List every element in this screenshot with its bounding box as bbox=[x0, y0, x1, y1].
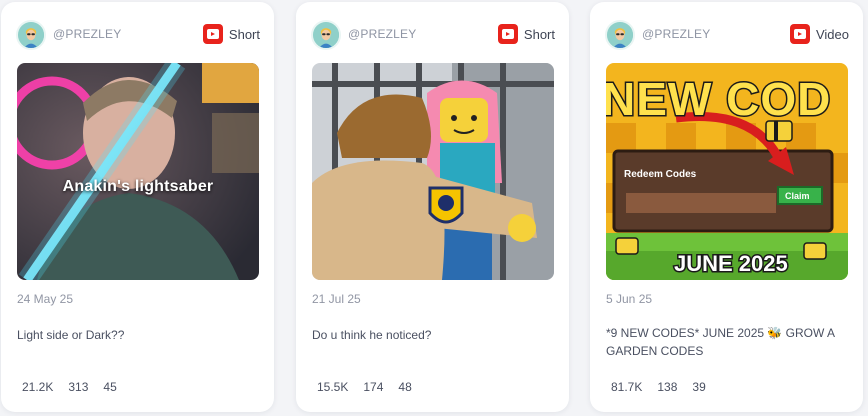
likes-count: 313 bbox=[68, 380, 89, 394]
views-count: 21.2K bbox=[22, 380, 54, 394]
video-title[interactable]: *9 NEW CODES* JUNE 2025 🐝 GROW A GARDEN … bbox=[606, 324, 846, 360]
video-title[interactable]: Do u think he noticed? bbox=[312, 326, 552, 344]
redeem-codes-label: Redeem Codes bbox=[624, 169, 697, 180]
card-header: @PREZLEY Short bbox=[1, 16, 274, 52]
video-type-label: Video bbox=[815, 26, 849, 42]
video-type-label: Short bbox=[228, 26, 260, 42]
video-card-3[interactable]: @PREZLEY Video Redeem Codes Claim NEW CO… bbox=[590, 2, 863, 412]
thumbnail-headline: NEW COD bbox=[606, 73, 831, 125]
likes-count: 138 bbox=[657, 380, 678, 394]
video-card-1[interactable]: @PREZLEY Short Anakin's lightsaber 24 Ma… bbox=[1, 2, 274, 412]
card-header: @PREZLEY Video bbox=[590, 16, 863, 52]
video-type-badge: Short bbox=[497, 23, 555, 45]
video-type-badge: Video bbox=[789, 23, 849, 45]
claim-label: Claim bbox=[785, 191, 810, 201]
views-count: 81.7K bbox=[611, 380, 643, 394]
views-count: 15.5K bbox=[317, 380, 349, 394]
video-thumbnail[interactable]: Anakin's lightsaber bbox=[17, 63, 259, 280]
channel-handle[interactable]: @PREZLEY bbox=[348, 27, 416, 41]
publish-date: 5 Jun 25 bbox=[606, 292, 653, 306]
card-header: @PREZLEY Short bbox=[296, 16, 569, 52]
channel-handle[interactable]: @PREZLEY bbox=[53, 27, 121, 41]
publish-date: 24 May 25 bbox=[17, 292, 74, 306]
thumbnail-date-text: JUNE 2025 bbox=[674, 251, 788, 276]
video-type-badge: Short bbox=[202, 23, 260, 45]
comments-count: 39 bbox=[692, 380, 706, 394]
channel-handle[interactable]: @PREZLEY bbox=[642, 27, 710, 41]
youtube-icon bbox=[789, 24, 810, 44]
video-stats: 81.7K 138 39 bbox=[611, 380, 706, 394]
likes-count: 174 bbox=[363, 380, 384, 394]
comments-count: 48 bbox=[398, 380, 412, 394]
youtube-icon bbox=[202, 24, 223, 44]
avatar[interactable] bbox=[605, 20, 635, 50]
video-thumbnail[interactable] bbox=[312, 63, 554, 280]
publish-date: 21 Jul 25 bbox=[312, 292, 361, 306]
video-title[interactable]: Light side or Dark?? bbox=[17, 326, 257, 344]
video-type-label: Short bbox=[523, 26, 555, 42]
avatar[interactable] bbox=[311, 20, 341, 50]
video-stats: 15.5K 174 48 bbox=[317, 380, 412, 394]
video-stats: 21.2K 313 45 bbox=[22, 380, 117, 394]
avatar[interactable] bbox=[16, 20, 46, 50]
thumbnail-caption: Anakin's lightsaber bbox=[62, 178, 214, 195]
comments-count: 45 bbox=[103, 380, 117, 394]
youtube-icon bbox=[497, 24, 518, 44]
video-card-2[interactable]: @PREZLEY Short 21 Jul 25 Do u think he n… bbox=[296, 2, 569, 412]
video-thumbnail[interactable]: Redeem Codes Claim NEW COD JUNE 2025 bbox=[606, 63, 848, 280]
